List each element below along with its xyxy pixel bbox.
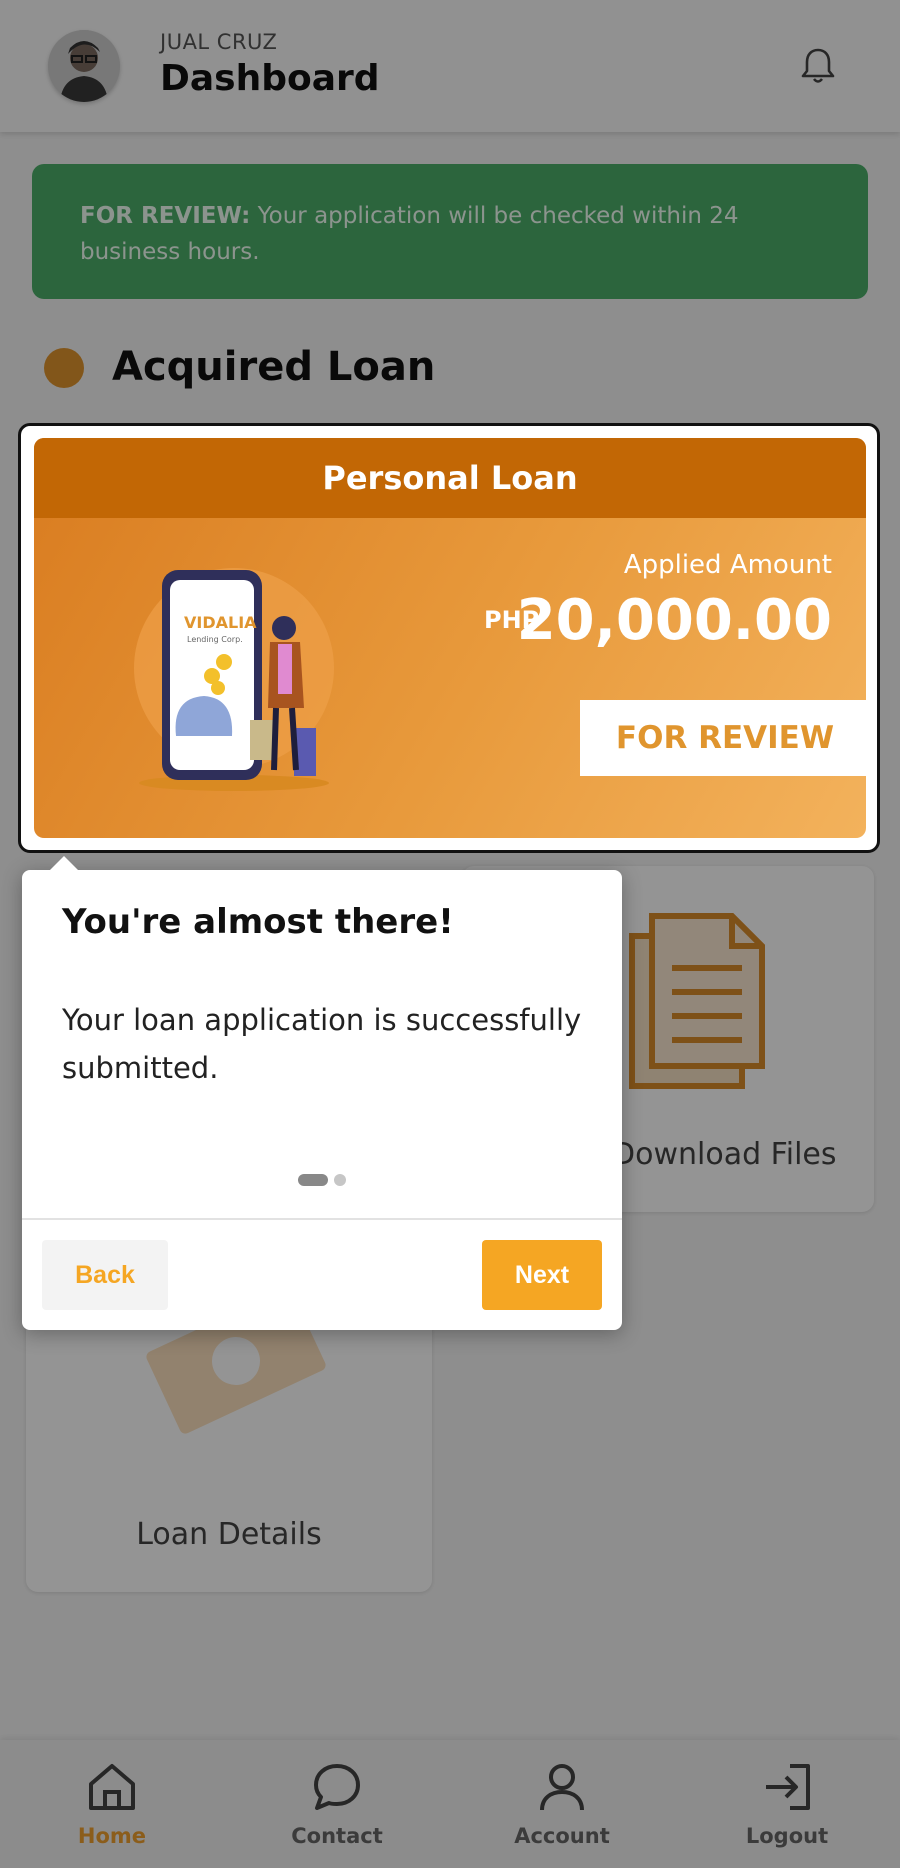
nav-account-label: Account: [514, 1824, 610, 1848]
nav-contact[interactable]: Contact: [237, 1740, 437, 1868]
loan-amount: 20,000.00: [516, 588, 832, 653]
download-files-label: Download Files: [612, 1137, 837, 1172]
loan-details-label: Loan Details: [136, 1517, 322, 1552]
nav-home-label: Home: [77, 1824, 147, 1848]
logo-text: VIDALIA: [184, 613, 257, 632]
avatar[interactable]: [48, 30, 120, 102]
user-name: JUAL CRUZ: [160, 30, 278, 54]
popover-divider: [22, 1218, 622, 1220]
applied-amount-label: Applied Amount: [623, 550, 832, 580]
loan-type: Personal Loan: [34, 438, 866, 518]
app-header: JUAL CRUZ Dashboard: [0, 0, 900, 132]
step-indicator: [298, 1174, 346, 1186]
alert-status-label: FOR REVIEW:: [80, 203, 251, 229]
home-icon: [89, 1764, 135, 1810]
bottom-nav: Home Contact Account Logout: [0, 1740, 900, 1868]
nav-home[interactable]: Home: [12, 1740, 212, 1868]
logo-subtext: Lending Corp.: [187, 635, 243, 644]
step-dot[interactable]: [334, 1174, 346, 1186]
section-title: Acquired Loan: [112, 344, 436, 390]
next-button[interactable]: Next: [482, 1240, 602, 1310]
document-icon: [629, 913, 765, 1089]
nav-logout-label: Logout: [745, 1824, 829, 1848]
nav-account[interactable]: Account: [462, 1740, 662, 1868]
status-alert: FOR REVIEW: Your application will be che…: [32, 164, 868, 299]
back-button[interactable]: Back: [42, 1240, 168, 1310]
logout-icon: [766, 1764, 810, 1810]
nav-logout[interactable]: Logout: [687, 1740, 887, 1868]
step-dot-active[interactable]: [298, 1174, 328, 1186]
avatar-image: [48, 30, 120, 102]
page-title: Dashboard: [160, 58, 380, 99]
phone-wallet-illustration: VIDALIA Lending Corp.: [134, 568, 334, 791]
user-icon: [540, 1764, 584, 1811]
popover-title: You're almost there!: [62, 902, 454, 942]
tour-popover: You're almost there! Your loan applicati…: [22, 856, 622, 1330]
status-badge: FOR REVIEW: [580, 700, 866, 776]
section-dot: [44, 348, 84, 388]
popover-body: Your loan application is successfully su…: [62, 1003, 582, 1085]
bell-icon[interactable]: [796, 44, 840, 88]
chat-bubble-icon: [314, 1764, 360, 1810]
loan-card[interactable]: Personal Loan VIDALIA Lending Corp. Appl…: [34, 438, 866, 838]
nav-contact-label: Contact: [291, 1824, 383, 1848]
